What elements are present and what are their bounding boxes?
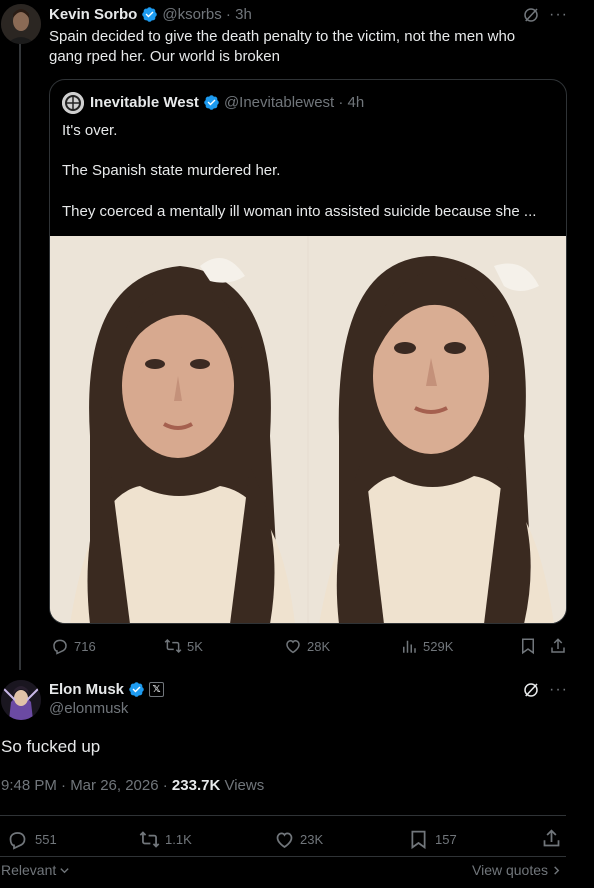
view-quotes-label: View quotes — [472, 862, 549, 878]
quote-header: Inevitable West @Inevitablewest · 4h — [90, 94, 364, 111]
media-image-left[interactable] — [50, 236, 307, 623]
bookmark-icon — [411, 830, 426, 850]
author-name[interactable]: Elon Musk — [49, 681, 124, 698]
repost-count: 5K — [187, 638, 203, 654]
share-icon — [543, 829, 560, 847]
repost-icon — [164, 638, 182, 654]
view-quotes-link[interactable]: View quotes — [472, 862, 562, 878]
quote-media[interactable] — [50, 236, 566, 623]
parent-thread-line — [19, 44, 21, 670]
reply-icon — [9, 832, 26, 850]
sort-label: Relevant — [1, 862, 57, 878]
like-count: 23K — [300, 832, 324, 847]
avatar-elon-musk[interactable] — [1, 680, 41, 720]
verified-badge-icon — [204, 95, 219, 110]
timestamp[interactable]: 9:48 PM · Mar 26, 2026 · — [1, 777, 172, 794]
chevron-right-icon — [554, 865, 560, 875]
avatar-inevitable-west — [62, 92, 84, 114]
grok-icon[interactable] — [522, 681, 540, 699]
heart-icon — [286, 639, 300, 654]
share-icon — [551, 638, 565, 653]
like-count: 28K — [307, 638, 331, 654]
avatar-kevin-sorbo[interactable] — [1, 4, 41, 44]
main-tweet-text: So fucked up — [1, 737, 101, 756]
verified-badge-icon — [142, 7, 158, 22]
views-button[interactable]: 529K — [400, 637, 453, 655]
more-options-icon[interactable]: ··· — [549, 6, 568, 24]
bookmark-count: 157 — [435, 832, 457, 847]
bookmark-button[interactable] — [519, 637, 537, 655]
reply-button[interactable]: 716 — [51, 637, 96, 655]
share-button[interactable] — [549, 637, 567, 655]
quote-line-2: The Spanish state murdered her. — [62, 162, 281, 179]
quote-handle-time: @Inevitablewest · 4h — [223, 94, 365, 111]
handle-and-time[interactable]: @ksorbs · 3h — [162, 6, 251, 23]
x-affiliate-badge-icon[interactable]: 𝕏 — [149, 682, 165, 697]
parent-tweet-header: Kevin Sorbo @ksorbs · 3h — [49, 6, 252, 23]
chevron-down-icon — [60, 867, 69, 873]
bookmark-button[interactable]: 157 — [408, 829, 457, 850]
reply-icon — [53, 639, 67, 655]
views-label: Views — [220, 777, 265, 794]
repost-count: 1.1K — [165, 832, 192, 847]
reply-count: 551 — [35, 832, 57, 847]
like-button[interactable]: 28K — [284, 637, 330, 655]
analytics-icon — [403, 640, 416, 653]
repost-button[interactable]: 5K — [164, 637, 203, 655]
sort-replies-dropdown[interactable]: Relevant — [1, 862, 70, 878]
share-button[interactable] — [541, 828, 562, 849]
quote-line-3: They coerced a mentally ill woman into a… — [62, 203, 537, 220]
bookmark-icon — [522, 638, 534, 655]
quote-line-1: It's over. — [62, 122, 118, 139]
reply-count: 716 — [74, 638, 96, 654]
media-image-right[interactable] — [309, 236, 566, 623]
divider — [0, 815, 566, 816]
repost-button[interactable]: 1.1K — [139, 829, 192, 850]
quote-author-name: Inevitable West — [90, 94, 199, 111]
parent-tweet-text: Spain decided to give the death penalty … — [49, 28, 516, 65]
verified-badge-icon — [129, 682, 144, 697]
grok-icon[interactable] — [522, 6, 540, 24]
views-count: 529K — [423, 638, 454, 654]
more-options-icon[interactable]: ··· — [549, 681, 568, 699]
heart-icon — [276, 832, 293, 848]
divider — [0, 856, 566, 857]
views-count: 233.7K — [171, 777, 221, 794]
like-button[interactable]: 23K — [274, 829, 323, 850]
author-name[interactable]: Kevin Sorbo — [49, 6, 137, 23]
repost-icon — [139, 831, 160, 848]
tweet-meta: 9:48 PM · Mar 26, 2026 · 233.7K Views — [1, 777, 264, 794]
reply-button[interactable]: 551 — [7, 829, 57, 850]
quote-tweet-card[interactable]: Inevitable West @Inevitablewest · 4h It'… — [49, 79, 567, 624]
main-handle[interactable]: @elonmusk — [49, 700, 128, 717]
main-tweet-header: Elon Musk 𝕏 — [49, 681, 165, 698]
